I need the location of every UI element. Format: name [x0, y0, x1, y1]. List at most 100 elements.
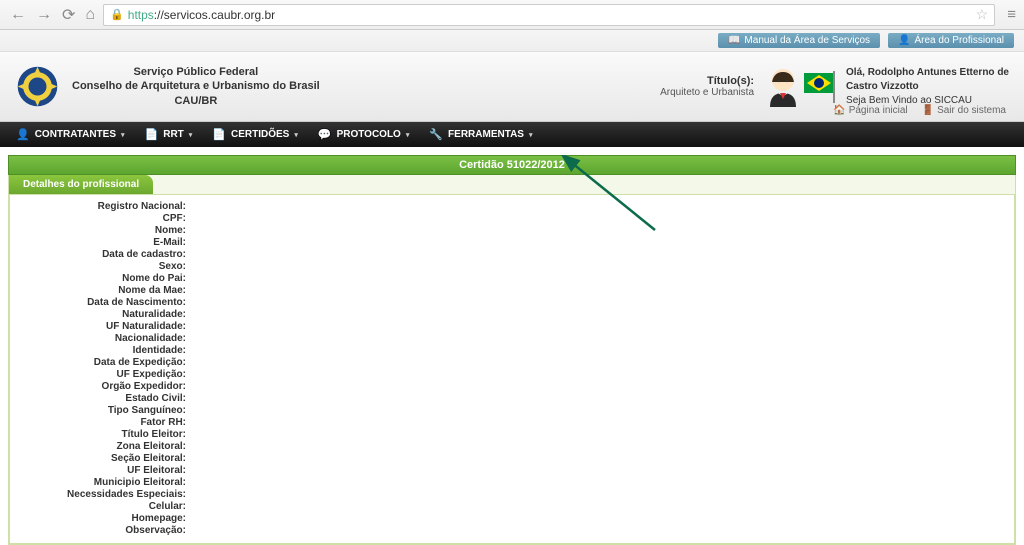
org-line2: Conselho de Arquitetura e Urbanismo do B…	[72, 79, 320, 93]
forward-button[interactable]: →	[34, 6, 54, 24]
field-label: UF Naturalidade:	[20, 321, 190, 332]
field-row: Estado Civil:	[20, 393, 1004, 404]
field-label: Homepage:	[20, 513, 190, 524]
chevron-down-icon: ▾	[189, 131, 193, 139]
field-label: Identidade:	[20, 345, 190, 356]
menu-label: PROTOCOLO	[337, 129, 401, 140]
url-bar[interactable]: 🔒 https://servicos.caubr.org.br ☆	[103, 4, 995, 26]
brazil-flag-icon	[804, 67, 836, 107]
field-row: Identidade:	[20, 345, 1004, 356]
field-label: Data de Nascimento:	[20, 297, 190, 308]
field-label: Seção Eleitoral:	[20, 453, 190, 464]
pagina-inicial-link[interactable]: 🏠 Página inicial	[833, 105, 907, 116]
chevron-down-icon: ▾	[529, 131, 533, 139]
details-body: Registro Nacional:CPF:Nome:E-Mail:Data d…	[9, 194, 1015, 544]
field-label: Fator RH:	[20, 417, 190, 428]
field-row: Registro Nacional:	[20, 201, 1004, 212]
field-label: Título Eleitor:	[20, 429, 190, 440]
field-row: Nacionalidade:	[20, 333, 1004, 344]
tab-row: Detalhes do profissional	[9, 175, 1015, 194]
field-row: Título Eleitor:	[20, 429, 1004, 440]
field-row: CPF:	[20, 213, 1004, 224]
org-line1: Serviço Público Federal	[72, 65, 320, 79]
exit-icon: 🚪	[922, 105, 934, 116]
field-row: Observação:	[20, 525, 1004, 536]
content-panel: Detalhes do profissional Registro Nacion…	[8, 175, 1016, 545]
field-label: UF Eleitoral:	[20, 465, 190, 476]
field-label: Sexo:	[20, 261, 190, 272]
reload-button[interactable]: ⟳	[60, 5, 77, 25]
field-label: Nome:	[20, 225, 190, 236]
field-label: Observação:	[20, 525, 190, 536]
menu-label: RRT	[163, 129, 184, 140]
field-row: Data de cadastro:	[20, 249, 1004, 260]
field-label: Nome da Mae:	[20, 285, 190, 296]
field-label: Data de cadastro:	[20, 249, 190, 260]
home-icon: 🏠	[833, 105, 845, 116]
titulos-label: Título(s):	[660, 75, 754, 87]
menu-label: CONTRATANTES	[35, 129, 116, 140]
area-link-label: Área do Profissional	[915, 35, 1005, 46]
sair-link[interactable]: 🚪 Sair do sistema	[922, 105, 1006, 116]
menu-item-protocolo[interactable]: 💬PROTOCOLO▾	[308, 122, 419, 147]
manual-link[interactable]: 📖 Manual da Área de Serviços	[718, 33, 880, 48]
field-row: Zona Eleitoral:	[20, 441, 1004, 452]
manual-link-label: Manual da Área de Serviços	[744, 35, 870, 46]
field-row: Nome do Pai:	[20, 273, 1004, 284]
greeting-block: Olá, Rodolpho Antunes Etterno de Castro …	[846, 66, 1009, 108]
field-row: Orgão Expedidor:	[20, 381, 1004, 392]
menu-item-rrt[interactable]: 📄 RRT ▾	[135, 122, 203, 147]
field-row: Celular:	[20, 501, 1004, 512]
lock-icon: 🔒	[110, 8, 124, 21]
field-label: UF Expedição:	[20, 369, 190, 380]
field-row: UF Eleitoral:	[20, 465, 1004, 476]
field-label: E-Mail:	[20, 237, 190, 248]
url-rest: ://servicos.caubr.org.br	[154, 8, 275, 22]
field-row: E-Mail:	[20, 237, 1004, 248]
back-button[interactable]: ←	[8, 6, 28, 24]
book-icon: 📖	[728, 35, 740, 46]
field-label: Nacionalidade:	[20, 333, 190, 344]
field-label: CPF:	[20, 213, 190, 224]
field-label: Municipio Eleitoral:	[20, 477, 190, 488]
sair-label: Sair do sistema	[937, 105, 1006, 116]
pagina-inicial-label: Página inicial	[849, 105, 908, 116]
menu-icon: 📄	[212, 128, 226, 141]
bookmark-star-icon[interactable]: ☆	[976, 6, 989, 23]
field-label: Necessidades Especiais:	[20, 489, 190, 500]
menu-icon: 💬	[318, 128, 332, 141]
main-menu-bar: 👤CONTRATANTES▾📄RRT▾📄CERTIDÕES▾💬PROTOCOLO…	[0, 122, 1024, 147]
titulos-block: Título(s): Arquiteto e Urbanista	[660, 75, 754, 98]
greeting-line2: Castro Vizzotto	[846, 80, 1009, 94]
home-button[interactable]: ⌂	[83, 6, 97, 24]
top-links-bar: 📖 Manual da Área de Serviços 👤 Área do P…	[0, 30, 1024, 52]
field-label: Registro Nacional:	[20, 201, 190, 212]
menu-label: FERRAMENTAS	[448, 129, 524, 140]
menu-item-certidões[interactable]: 📄CERTIDÕES▾	[202, 122, 308, 147]
logo-block: Serviço Público Federal Conselho de Arqu…	[15, 64, 320, 109]
greeting-line1: Olá, Rodolpho Antunes Etterno de	[846, 66, 1009, 80]
chevron-down-icon: ▾	[294, 131, 298, 139]
field-row: Data de Nascimento:	[20, 297, 1004, 308]
field-row: Sexo:	[20, 261, 1004, 272]
field-row: UF Expedição:	[20, 369, 1004, 380]
field-row: Nome da Mae:	[20, 285, 1004, 296]
page-header: Serviço Público Federal Conselho de Arqu…	[0, 52, 1024, 122]
field-label: Orgão Expedidor:	[20, 381, 190, 392]
field-row: Naturalidade:	[20, 309, 1004, 320]
field-row: Homepage:	[20, 513, 1004, 524]
menu-icon: 📄	[145, 128, 159, 141]
browser-menu-icon[interactable]: ≡	[1007, 6, 1016, 23]
field-row: Seção Eleitoral:	[20, 453, 1004, 464]
field-label: Celular:	[20, 501, 190, 512]
menu-item-ferramentas[interactable]: 🔧FERRAMENTAS▾	[419, 122, 542, 147]
tab-detalhes[interactable]: Detalhes do profissional	[9, 175, 153, 194]
avatar-icon	[764, 67, 802, 107]
field-row: Tipo Sanguíneo:	[20, 405, 1004, 416]
chevron-down-icon: ▾	[121, 131, 125, 139]
field-label: Tipo Sanguíneo:	[20, 405, 190, 416]
org-line3: CAU/BR	[72, 94, 320, 108]
field-label: Naturalidade:	[20, 309, 190, 320]
area-profissional-link[interactable]: 👤 Área do Profissional	[888, 33, 1014, 48]
menu-item-contratantes[interactable]: 👤CONTRATANTES▾	[6, 122, 135, 147]
